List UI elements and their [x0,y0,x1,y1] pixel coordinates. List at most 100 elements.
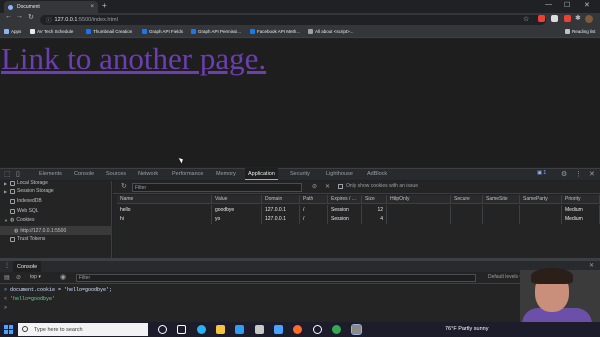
more-options-icon[interactable]: ⋮ [575,170,582,178]
tab-network[interactable]: Network [135,168,161,180]
console-result-line: < 'hello=goodbye' [4,296,56,302]
back-icon[interactable]: ← [5,13,12,20]
bookmark-label: AV Tech Schedule [37,29,74,34]
tab-security[interactable]: Security [287,168,313,180]
close-devtools-icon[interactable]: ✕ [589,170,595,178]
app-icon[interactable] [255,325,264,334]
sidebar-item-trust-tokens[interactable]: Trust Tokens [4,236,45,242]
bookmark-label: Thumbnail Creation [93,29,133,34]
issues-badge[interactable]: ▣ 1 [537,170,546,176]
task-view-icon[interactable] [177,325,186,334]
app-icon[interactable] [274,325,283,334]
tab-performance[interactable]: Performance [169,168,207,180]
app-icon[interactable] [293,325,302,334]
clear-console-icon[interactable]: ⊘ [16,274,21,281]
only-issue-checkbox[interactable]: Only show cookies with an issue [338,183,418,189]
tab-adblock[interactable]: AdBlock [364,168,390,180]
inspect-icon[interactable]: ⬚ [4,170,11,178]
cookie-filter-input[interactable]: Filter [132,183,302,192]
maximize-icon[interactable]: ☐ [564,1,570,9]
puzzle-icon[interactable]: ✱ [575,14,581,22]
bookmark-label: Apps [11,29,22,34]
column-header[interactable]: Path [300,195,328,204]
globe-icon [8,4,13,10]
reload-icon[interactable]: ↻ [28,13,34,21]
expand-arrow-icon: ▶ [4,188,8,194]
minimize-icon[interactable]: — [545,1,552,8]
column-header[interactable]: SameParty [520,195,562,204]
sidebar-item-web-sql[interactable]: Web SQL [4,208,39,214]
sidebar-toggle-icon[interactable]: ▤ [4,274,10,281]
bookmark-item[interactable]: Thumbnail Creation [86,29,132,34]
address-bar[interactable]: ⓘ 127.0.0.1:5500/index.html [40,15,546,25]
profile-avatar[interactable] [585,15,593,23]
windows-start-icon[interactable] [4,325,13,334]
bookmark-item[interactable]: All about <script>... [308,29,354,34]
page-icon [30,29,35,34]
bookmark-item[interactable]: Graph API Fields [142,29,183,34]
refresh-icon[interactable]: ↻ [121,182,127,190]
sidebar-item-session-storage[interactable]: ▶ Session Storage [4,188,54,194]
column-header[interactable]: HttpOnly [387,195,451,204]
new-tab-button[interactable]: + [102,1,107,10]
bookmark-item[interactable]: Graph API Permissi... [191,29,241,34]
column-header[interactable]: Secure [451,195,483,204]
column-header[interactable]: Expires / ... [328,195,362,204]
close-window-icon[interactable]: ✕ [584,1,590,9]
extension-icon[interactable] [538,15,545,22]
extension-icon[interactable] [564,15,571,22]
console-prompt[interactable]: > [4,305,7,311]
console-filter-input[interactable]: Filter [76,274,476,282]
column-header[interactable]: Size [362,195,387,204]
star-icon[interactable]: ☆ [523,15,529,23]
bookmark-label: Facebook API Meth... [257,29,301,34]
sidebar-item-cookies[interactable]: ▼ ◍ Cookies [4,217,34,223]
settings-gear-icon[interactable]: ⚙ [561,170,567,178]
sidebar-item-cookie-origin[interactable]: ◍ http://127.0.0.1:5500 [0,226,112,235]
context-select[interactable]: top ▾ [30,274,41,280]
bookmark-apps[interactable]: Apps [4,29,21,34]
tab-elements[interactable]: Elements [36,168,65,180]
forward-icon[interactable]: → [16,13,23,20]
bookmark-item[interactable]: AV Tech Schedule [30,29,73,34]
column-header[interactable]: Value [212,195,262,204]
page-link[interactable]: Link to another page. [1,41,266,77]
column-header[interactable]: Name [117,195,212,204]
close-drawer-icon[interactable]: ✕ [589,262,594,269]
reading-list-icon [565,29,570,34]
tab-lighthouse[interactable]: Lighthouse [323,168,356,180]
taskbar-search-input[interactable]: Type here to search [18,323,148,336]
clear-filtered-icon[interactable]: ⊘ [312,183,317,190]
vscode-icon[interactable] [235,325,244,334]
weather-widget[interactable]: 76°F Partly sunny [445,326,488,332]
delete-selected-icon[interactable]: ✕ [325,183,330,190]
drawer-menu-icon[interactable]: ⋮ [4,262,10,269]
column-header[interactable]: SameSite [483,195,520,204]
bookmark-item[interactable]: Facebook API Meth... [250,29,300,34]
sidebar-item-local-storage[interactable]: ▶ Local Storage [4,180,48,186]
device-toggle-icon[interactable]: ▯ [16,170,20,178]
active-app-icon[interactable] [351,324,362,335]
chrome-icon[interactable] [332,325,341,334]
tab-sources[interactable]: Sources [103,168,129,180]
tab-console[interactable]: Console [71,168,97,180]
tab-memory[interactable]: Memory [213,168,239,180]
cookie-icon: ◍ [14,227,19,234]
tab-application[interactable]: Application [245,168,278,180]
app-icon[interactable] [313,325,322,334]
log-levels-select[interactable]: Default levels ▾ [488,274,522,280]
eye-icon[interactable]: ◉ [60,273,66,281]
edge-icon[interactable] [197,325,206,334]
extension-icon[interactable] [551,15,558,22]
sidebar-item-indexeddb[interactable]: IndexedDB [4,198,42,204]
reading-list-button[interactable]: Reading list [565,29,596,34]
browser-tab[interactable]: Document × [4,1,98,13]
column-header[interactable]: Priority [562,195,600,204]
facebook-icon [191,29,196,34]
file-explorer-icon[interactable] [216,325,225,334]
tab-console-drawer[interactable]: Console [13,261,42,272]
column-header[interactable]: Domain [262,195,300,204]
close-tab-icon[interactable]: × [90,4,94,10]
cell-size: 4 [362,214,387,224]
cortana-icon[interactable] [158,325,167,334]
